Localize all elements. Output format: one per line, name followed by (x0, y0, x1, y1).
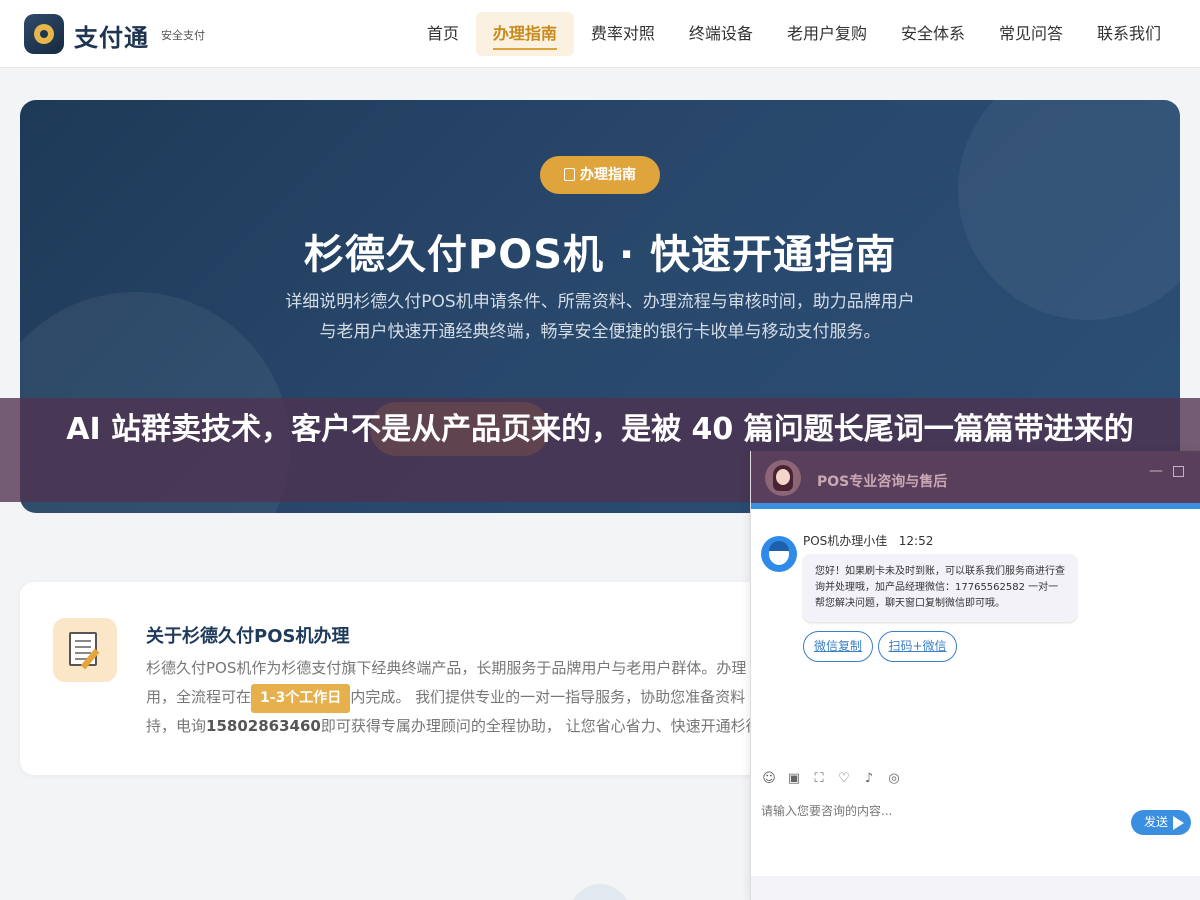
nav-rates[interactable]: 费率对照 (574, 12, 672, 56)
nav-security[interactable]: 安全体系 (884, 12, 982, 56)
minimize-icon[interactable]: — (1149, 463, 1163, 479)
about-line-2-b: 内完成。 我们提供专业的一对一指导服务，协助您准备资料 (350, 688, 746, 706)
logo-icon[interactable] (24, 14, 64, 54)
chat-message-bubble: 您好！如果刷卡未及时到账，可以联系我们服务商进行查询并处理哦，加产品经理微信：1… (803, 554, 1077, 622)
send-button[interactable]: 发送 (1131, 810, 1191, 835)
screenshot-icon[interactable]: ⛶ (811, 771, 827, 787)
top-header: 支付通 安全支付 首页 办理指南 费率对照 终端设备 老用户复购 安全体系 常见… (0, 0, 1200, 68)
about-line-3-b: 即可获得专属办理顾问的全程协助， 让您省心省力、快速开通杉德 (320, 717, 761, 735)
send-label: 发送 (1144, 815, 1169, 829)
avatar-face (776, 469, 790, 485)
nav-devices[interactable]: 终端设备 (672, 12, 770, 56)
processing-days-badge: 1-3个工作日 (251, 684, 351, 713)
overlay-banner-text: AI 站群卖技术，客户不是从产品页来的，是被 40 篇问题长尾词一篇篇带进来的 (66, 412, 1134, 447)
chat-toolbar: ☺ ▣ ⛶ ♡ ♪ ◎ (761, 771, 902, 787)
about-line-2-a: 用，全流程可在 (146, 688, 252, 706)
scan-wechat-button[interactable]: 扫码+微信 (878, 631, 957, 662)
logo-ring (34, 24, 54, 44)
nav-contact[interactable]: 联系我们 (1080, 12, 1178, 56)
chat-widget: POS专业咨询与售后 — POS机办理小佳 12:52 您好！如果刷卡未及时到账… (750, 451, 1200, 900)
hero-badge: 办理指南 (540, 156, 660, 194)
about-title: 关于杉德久付POS机办理 (146, 626, 350, 647)
about-line-3-a: 持，电询 (146, 717, 207, 735)
chat-footer (751, 876, 1200, 900)
scroll-top-button[interactable] (570, 884, 630, 900)
agent-service-icon (761, 536, 797, 572)
send-arrow-icon (1173, 816, 1184, 830)
maximize-icon[interactable] (1173, 466, 1184, 477)
wechat-icon[interactable]: ◎ (886, 771, 902, 787)
brand-subtitle: 安全支付 (161, 29, 205, 42)
rating-icon[interactable]: ♡ (836, 771, 852, 787)
agent-name-line: POS机办理小佳 12:52 (803, 532, 933, 549)
hero-title: 杉德久付POS机 · 快速开通指南 (303, 232, 897, 278)
clipboard-icon (564, 168, 575, 181)
about-line-1: 杉德久付POS机作为杉德支付旗下经典终端产品，长期服务于品牌用户与老用户群体。办… (146, 659, 747, 677)
agent-avatar (765, 460, 801, 496)
chat-title: POS专业咨询与售后 (817, 474, 948, 490)
about-line-2: 用，全流程可在 1-3个工作日 内完成。 我们提供专业的一对一指导服务，协助您准备资… (146, 683, 780, 713)
about-text: 杉德久付POS机作为杉德支付旗下经典终端产品，长期服务于品牌用户与老用户群体。办… (146, 654, 780, 741)
nav-guide[interactable]: 办理指南 (475, 12, 574, 56)
about-line-3: 持，电询15802863460即可获得专属办理顾问的全程协助， 让您省心省力、快… (146, 712, 780, 741)
agent-hair (769, 541, 789, 551)
chat-input[interactable] (761, 801, 1121, 821)
nav-home[interactable]: 首页 (410, 12, 476, 56)
brand-name[interactable]: 支付通 (74, 18, 149, 53)
message-time: 12:52 (898, 534, 934, 548)
nav-faq[interactable]: 常见问答 (982, 12, 1080, 56)
main-nav: 首页 办理指南 费率对照 终端设备 老用户复购 安全体系 常见问答 联系我们 (410, 12, 1178, 56)
logo-dot (40, 30, 48, 38)
nav-repurchase[interactable]: 老用户复购 (770, 12, 884, 56)
chat-header[interactable]: POS专业咨询与售后 — (751, 451, 1200, 503)
agent-name: POS机办理小佳 (803, 534, 888, 548)
phone-number[interactable]: 15802863460 (206, 717, 321, 735)
voice-icon[interactable]: ♪ (861, 771, 877, 787)
about-card: 关于杉德久付POS机办理 杉德久付POS机作为杉德支付旗下经典终端产品，长期服务… (20, 582, 780, 775)
copy-wechat-button[interactable]: 微信复制 (803, 631, 873, 662)
image-icon[interactable]: ▣ (786, 771, 802, 787)
hero-description: 详细说明杉德久付POS机申请条件、所需资料、办理流程与审核时间，助力品牌用户与老… (285, 292, 915, 342)
emoji-icon[interactable]: ☺ (761, 771, 777, 787)
memo-icon (53, 618, 117, 682)
hero-badge-label: 办理指南 (580, 167, 636, 183)
chat-header-accent (751, 503, 1200, 509)
hero-decoration-circle (958, 100, 1180, 320)
